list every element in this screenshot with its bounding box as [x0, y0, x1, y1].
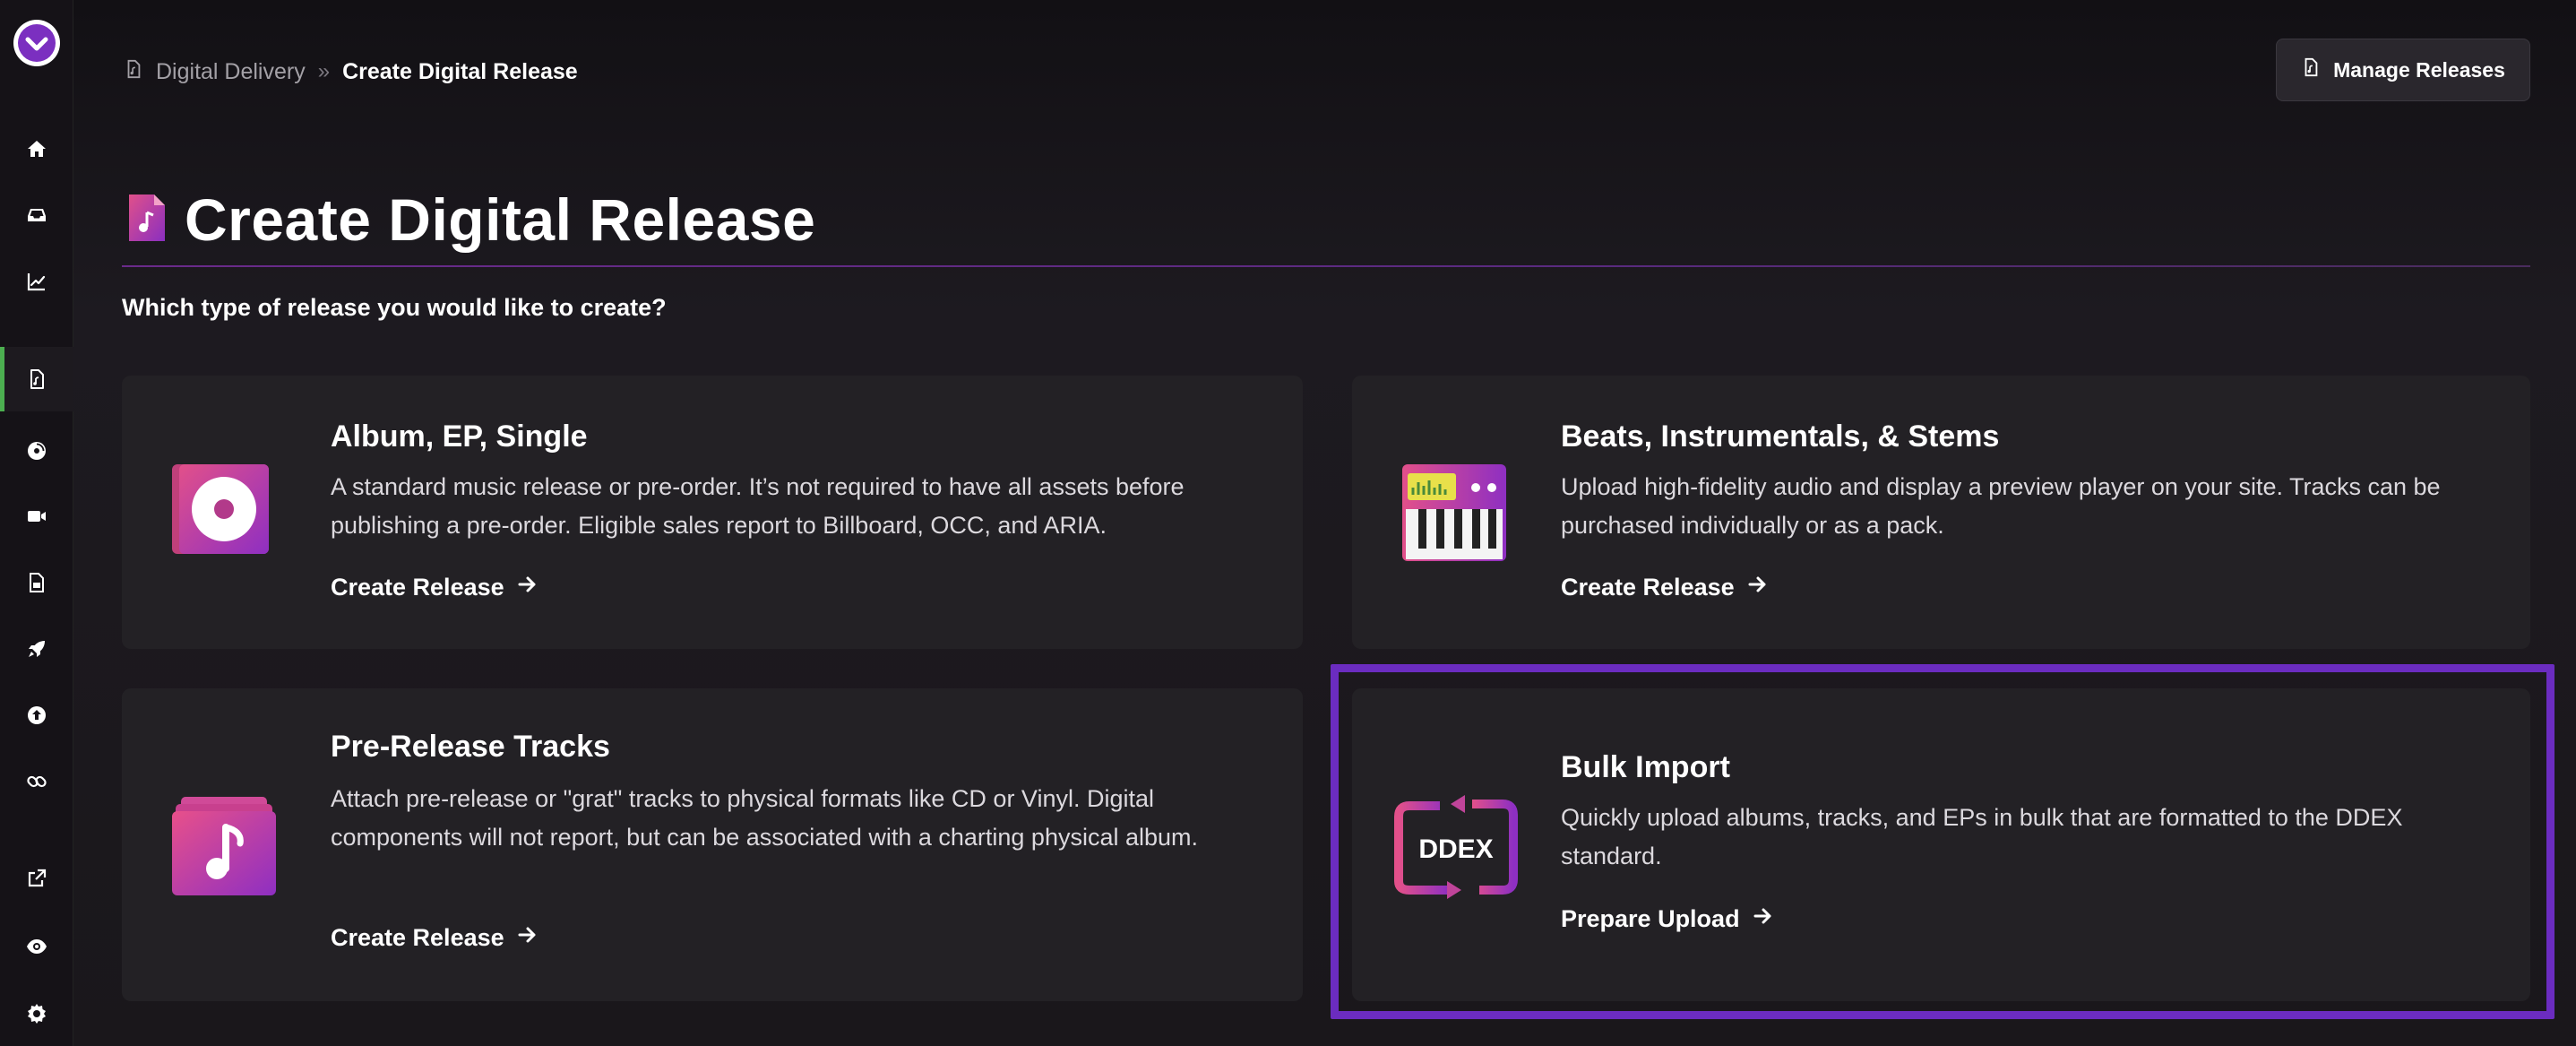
- video-icon[interactable]: [0, 484, 73, 549]
- card-album-ep-single[interactable]: Album, EP, Single A standard music relea…: [122, 376, 1303, 649]
- arrow-right-icon: [1747, 574, 1769, 601]
- music-note-stack-icon: [172, 795, 276, 899]
- compact-disc-icon[interactable]: [0, 419, 73, 483]
- page-subtitle: Which type of release you would like to …: [122, 294, 667, 321]
- create-release-link[interactable]: Create Release: [1561, 574, 1769, 601]
- eye-icon[interactable]: [0, 914, 73, 979]
- card-title: Album, EP, Single: [331, 419, 588, 454]
- vinyl-album-icon: [172, 461, 276, 565]
- chevron-double-right-icon: »: [317, 59, 331, 83]
- arrow-right-icon: [517, 574, 538, 601]
- title-divider: [122, 265, 2530, 267]
- create-release-label: Create Release: [331, 924, 504, 951]
- card-description: A standard music release or pre-order. I…: [331, 473, 1185, 539]
- create-release-label: Create Release: [1561, 574, 1735, 601]
- selection-highlight: [1331, 664, 2554, 1019]
- ticket-icon[interactable]: [0, 550, 73, 615]
- file-music-icon: [127, 193, 167, 247]
- inbox-icon[interactable]: [0, 183, 73, 247]
- card-title: Pre-Release Tracks: [331, 730, 610, 764]
- keyboard-synth-icon: [1402, 461, 1506, 565]
- file-audio-icon[interactable]: [0, 347, 73, 411]
- app-root: Digital Delivery » Create Digital Releas…: [0, 0, 2576, 1046]
- link-icon[interactable]: [0, 749, 73, 814]
- page-title-row: Create Digital Release: [127, 184, 815, 255]
- manage-releases-label: Manage Releases: [2333, 57, 2505, 82]
- file-audio-icon: [2301, 57, 2321, 82]
- create-release-link[interactable]: Create Release: [331, 924, 538, 952]
- card-pre-release-tracks[interactable]: Pre-Release Tracks Attach pre-release or…: [122, 688, 1303, 1001]
- breadcrumb-digital-delivery[interactable]: Digital Delivery: [156, 59, 306, 85]
- create-release-label: Create Release: [331, 574, 504, 601]
- card-description: Upload high-fidelity audio and display a…: [1561, 473, 2441, 539]
- gear-icon[interactable]: [0, 981, 73, 1046]
- page-title: Create Digital Release: [185, 186, 816, 253]
- sidebar: [0, 0, 73, 1046]
- upload-icon[interactable]: [0, 683, 73, 748]
- arrow-right-icon: [517, 924, 538, 952]
- external-link-icon[interactable]: [0, 846, 73, 911]
- chart-line-icon[interactable]: [0, 249, 73, 314]
- rocket-icon[interactable]: [0, 617, 73, 681]
- logo-chevron-icon[interactable]: [12, 18, 62, 68]
- card-title: Beats, Instrumentals, & Stems: [1561, 419, 2000, 454]
- breadcrumb-current: Create Digital Release: [342, 58, 578, 84]
- home-icon[interactable]: [0, 117, 73, 181]
- card-description: Attach pre-release or "grat" tracks to p…: [331, 785, 1199, 851]
- manage-releases-button[interactable]: Manage Releases: [2276, 39, 2530, 101]
- breadcrumb: Digital Delivery » Create Digital Releas…: [124, 56, 578, 88]
- file-audio-icon: [124, 59, 143, 85]
- create-release-link[interactable]: Create Release: [331, 574, 538, 601]
- card-beats-instrumentals-stems[interactable]: Beats, Instrumentals, & Stems Upload hig…: [1352, 376, 2530, 649]
